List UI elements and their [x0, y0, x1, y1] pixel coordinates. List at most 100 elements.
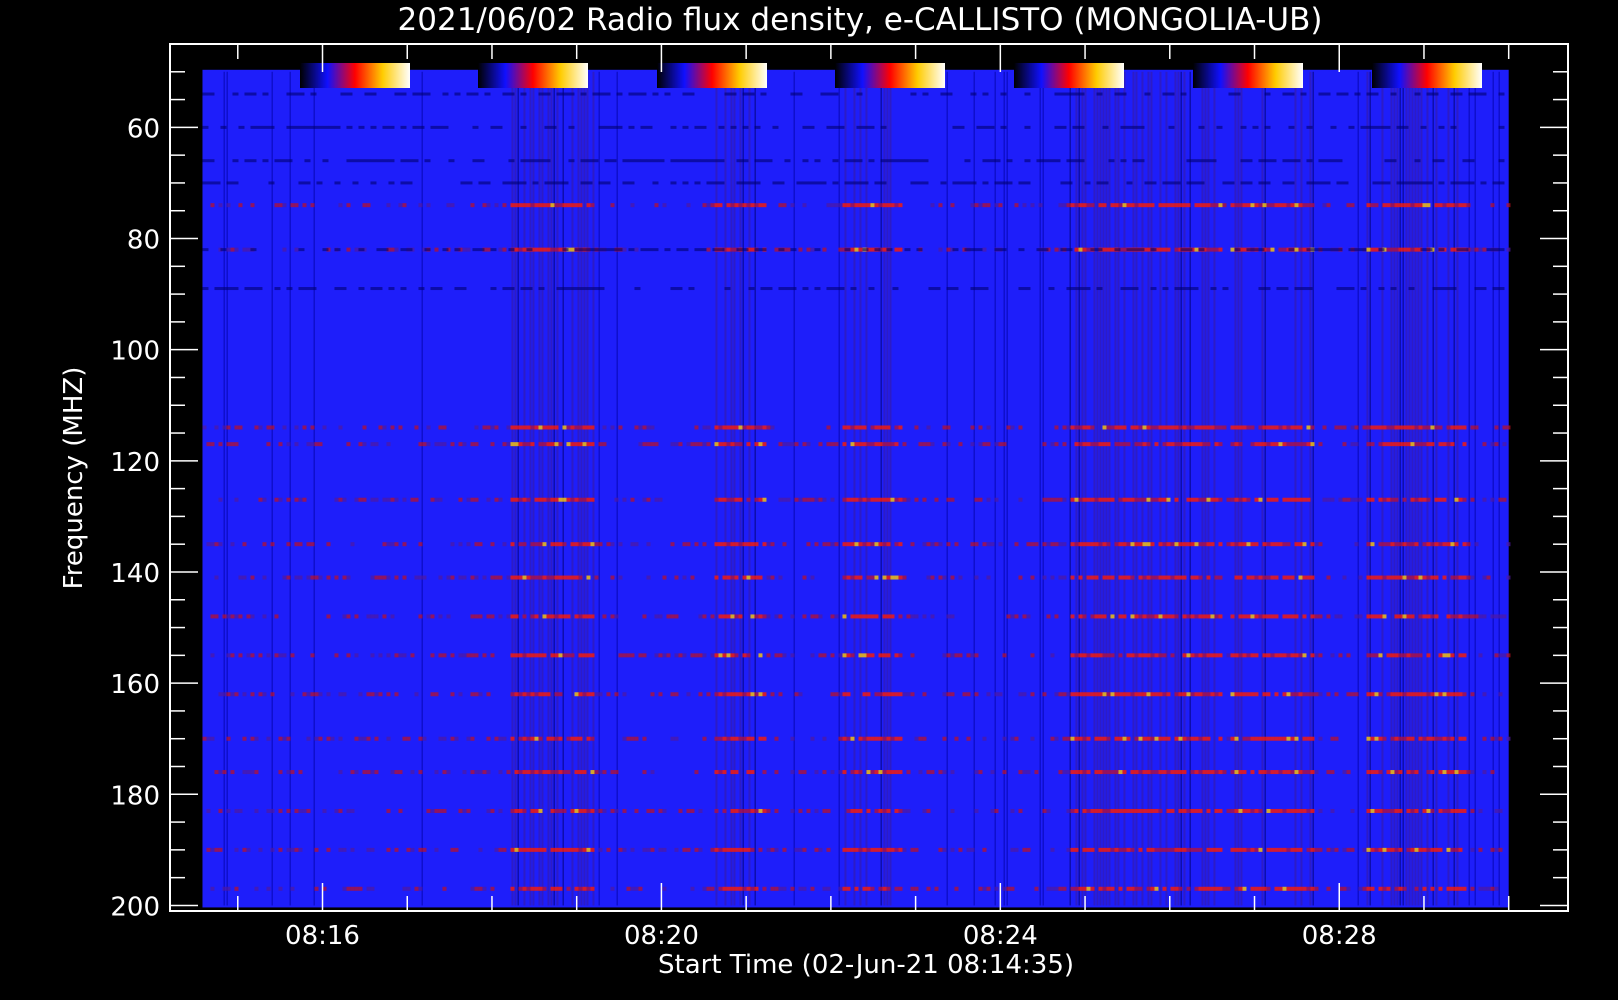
- heatmap-cell: [226, 442, 231, 447]
- heatmap-cell: [808, 125, 815, 129]
- heatmap-cell: [1086, 542, 1091, 547]
- heatmap-cell: [1266, 442, 1271, 447]
- heatmap-cell: [1422, 692, 1427, 697]
- heatmap-cell: [1230, 442, 1235, 447]
- heatmap-cell: [1038, 203, 1043, 208]
- heatmap-cell: [832, 287, 839, 291]
- heatmap-cell: [1290, 442, 1295, 447]
- heatmap-cell: [238, 125, 245, 129]
- heatmap-cell: [1094, 808, 1099, 813]
- heatmap-cell: [1062, 497, 1067, 502]
- heatmap-cell: [718, 653, 723, 658]
- heatmap-cell: [1314, 653, 1319, 658]
- heatmap-cell: [286, 497, 291, 502]
- heatmap-cell: [1126, 181, 1133, 185]
- heatmap-cell: [566, 770, 571, 775]
- heatmap-cell: [574, 203, 579, 208]
- heatmap-cell: [376, 248, 383, 252]
- heatmap-cell: [518, 847, 523, 852]
- heatmap-column: [532, 71, 535, 906]
- heatmap-cell: [1378, 736, 1383, 741]
- heatmap-cell: [1234, 497, 1239, 502]
- heatmap-column: [859, 71, 862, 906]
- heatmap-cell: [556, 92, 563, 96]
- heatmap-cell: [826, 92, 833, 96]
- heatmap-cell: [654, 442, 659, 447]
- heatmap-cell: [676, 159, 683, 163]
- heatmap-cell: [614, 497, 619, 502]
- heatmap-cell: [1446, 614, 1451, 619]
- heatmap-cell: [790, 808, 795, 813]
- heatmap-cell: [244, 287, 251, 291]
- colorbar: [1372, 63, 1482, 88]
- heatmap-cell: [790, 770, 795, 775]
- heatmap-cell: [1014, 736, 1019, 741]
- heatmap-cell: [1270, 247, 1275, 252]
- heatmap-cell: [1238, 442, 1243, 447]
- heatmap-cell: [850, 653, 855, 658]
- heatmap-cell: [754, 425, 759, 430]
- heatmap-cell: [1198, 542, 1203, 547]
- heatmap-cell: [294, 442, 299, 447]
- heatmap-cell: [1434, 847, 1439, 852]
- heatmap-cell: [616, 125, 623, 129]
- heatmap-cell: [1466, 203, 1471, 208]
- heatmap-cell: [1254, 847, 1259, 852]
- heatmap-cell: [1146, 736, 1151, 741]
- y-tick-label: 160: [110, 670, 160, 700]
- heatmap-cell: [922, 692, 927, 697]
- heatmap-cell: [868, 159, 875, 163]
- heatmap-cell: [1494, 614, 1499, 619]
- heatmap-cell: [566, 653, 571, 658]
- colorbar: [835, 63, 945, 88]
- heatmap-cell: [1312, 248, 1319, 252]
- heatmap-cell: [700, 248, 707, 252]
- heatmap-cell: [1086, 736, 1091, 741]
- heatmap-cell: [238, 614, 243, 619]
- heatmap-cell: [508, 287, 515, 291]
- heatmap-cell: [518, 497, 523, 502]
- heatmap-cell: [934, 287, 941, 291]
- heatmap-cell: [1186, 808, 1191, 813]
- heatmap-cell: [810, 247, 815, 252]
- heatmap-cell: [214, 425, 219, 430]
- heatmap-cell: [1054, 125, 1061, 129]
- heatmap-cell: [1474, 542, 1479, 547]
- heatmap-cell: [758, 575, 763, 580]
- heatmap-cell: [386, 808, 391, 813]
- heatmap-cell: [450, 653, 455, 658]
- heatmap-cell: [652, 159, 659, 163]
- heatmap-cell: [1456, 92, 1463, 96]
- heatmap-cell: [1070, 575, 1075, 580]
- heatmap-cell: [530, 442, 535, 447]
- heatmap-cell: [958, 575, 963, 580]
- heatmap-cell: [906, 497, 911, 502]
- heatmap-cell: [590, 692, 595, 697]
- heatmap-cell: [1054, 159, 1061, 163]
- heatmap-cell: [234, 497, 239, 502]
- heatmap-cell: [826, 125, 833, 129]
- heatmap-cell: [1454, 203, 1459, 208]
- heatmap-cell: [938, 203, 943, 208]
- heatmap-cell: [1326, 692, 1331, 697]
- heatmap-cell: [640, 125, 647, 129]
- heatmap-cell: [1178, 692, 1183, 697]
- heatmap-cell: [558, 847, 563, 852]
- heatmap-cell: [238, 203, 243, 208]
- heatmap-column: [553, 71, 555, 906]
- heatmap-cell: [1294, 497, 1299, 502]
- heatmap-cell: [1326, 203, 1331, 208]
- heatmap-cell: [578, 770, 583, 775]
- heatmap-cell: [1456, 181, 1463, 185]
- heatmap-cell: [386, 847, 391, 852]
- heatmap-cell: [278, 203, 283, 208]
- heatmap-cell: [1230, 847, 1235, 852]
- heatmap-cell: [1126, 248, 1133, 252]
- heatmap-cell: [346, 442, 351, 447]
- heatmap-cell: [546, 203, 551, 208]
- heatmap-cell: [558, 808, 563, 813]
- heatmap-cell: [746, 425, 751, 430]
- heatmap-cell: [1370, 847, 1375, 852]
- heatmap-cell: [712, 159, 719, 163]
- heatmap-cell: [978, 442, 983, 447]
